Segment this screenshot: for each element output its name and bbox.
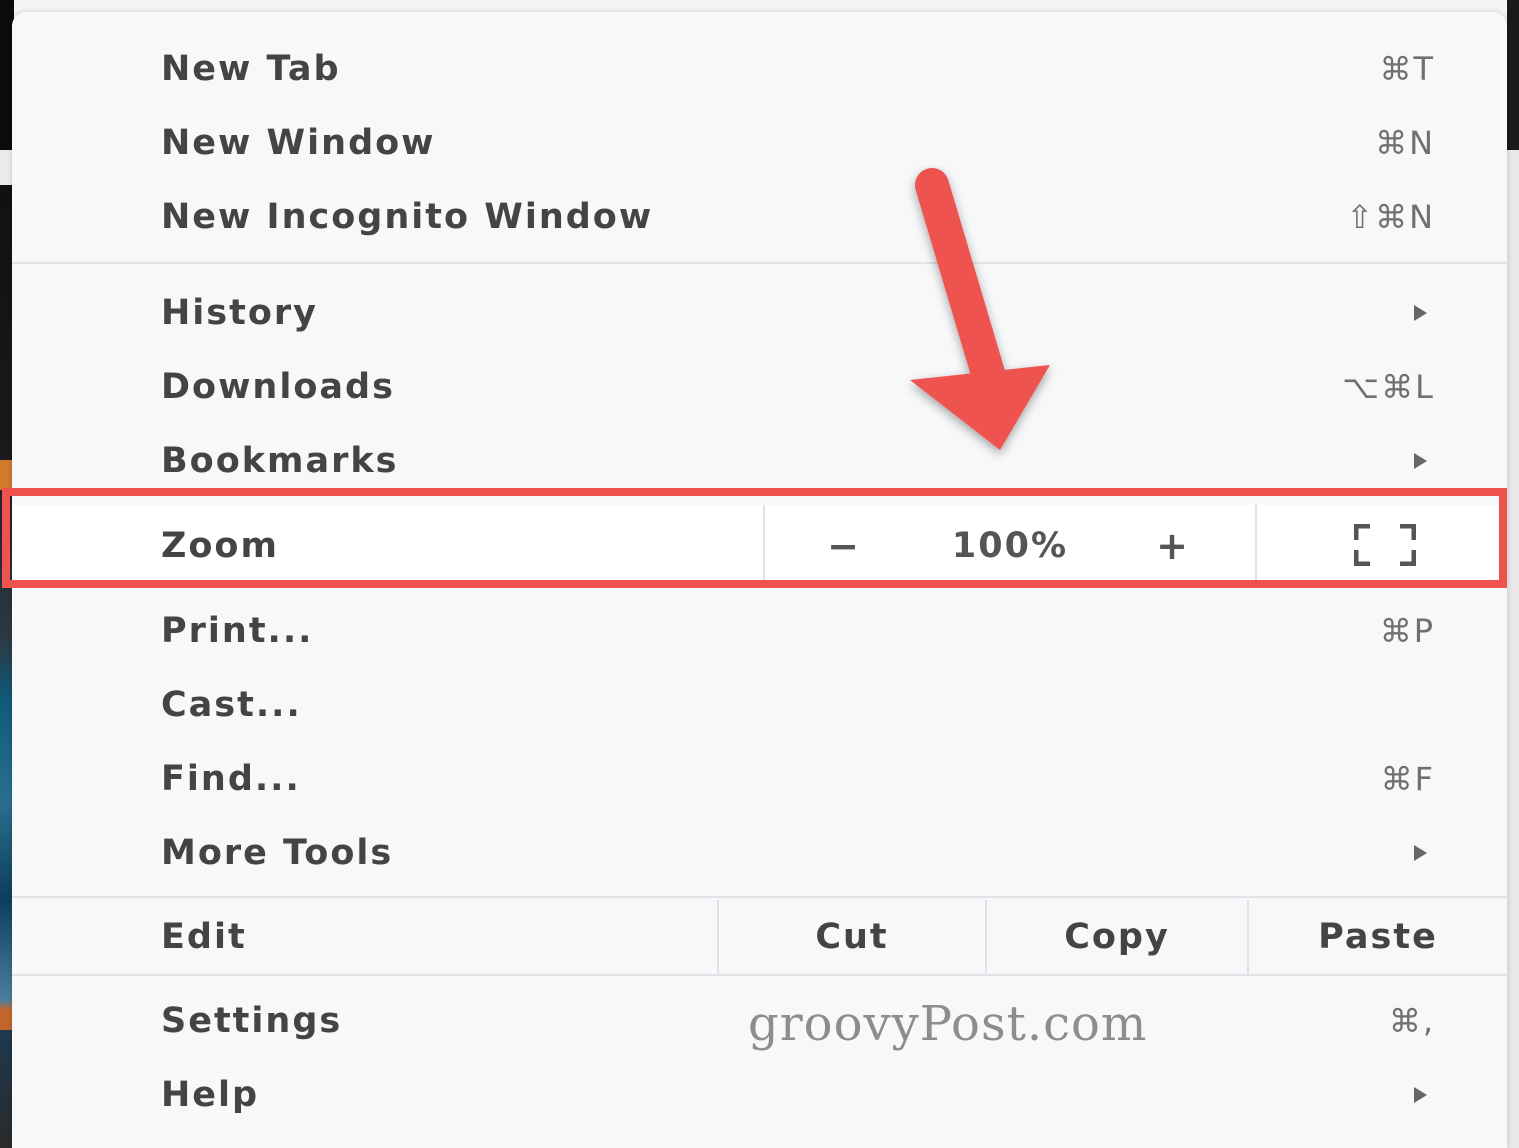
menu-item-new-window[interactable]: New Window ⌘N <box>12 106 1507 180</box>
menu-item-more-tools[interactable]: More Tools <box>12 816 1507 890</box>
zoom-row: Zoom − 100% + <box>12 505 1507 587</box>
menu-item-cast[interactable]: Cast... <box>12 668 1507 742</box>
menu-item-bookmarks[interactable]: Bookmarks <box>12 424 1507 498</box>
menu-item-shortcut: ⌘P <box>1379 612 1435 650</box>
chrome-menu: New Tab ⌘T New Window ⌘N New Incognito W… <box>12 12 1507 1148</box>
submenu-arrow-icon <box>1414 305 1427 321</box>
menu-item-downloads[interactable]: Downloads ⌥⌘L <box>12 350 1507 424</box>
menu-separator <box>12 262 1507 264</box>
menu-item-shortcut: ⌘N <box>1375 124 1435 162</box>
zoom-level-value: 100% <box>951 526 1069 566</box>
menu-separator <box>12 896 1507 898</box>
menu-item-new-tab[interactable]: New Tab ⌘T <box>12 32 1507 106</box>
copy-button-label: Copy <box>1064 917 1170 957</box>
menu-item-label: History <box>161 293 318 333</box>
zoom-in-button[interactable]: + <box>1156 524 1188 568</box>
menu-item-label: Cast... <box>161 685 302 725</box>
menu-item-label: Downloads <box>161 367 395 407</box>
menu-item-shortcut: ⌘, <box>1388 1002 1435 1040</box>
zoom-label: Zoom <box>161 526 279 566</box>
menu-item-label: Help <box>161 1075 260 1115</box>
menu-item-shortcut: ⌘F <box>1380 760 1435 798</box>
menu-item-label: New Window <box>161 123 436 163</box>
menu-item-label: Find... <box>161 759 301 799</box>
submenu-arrow-icon <box>1414 1087 1427 1103</box>
paste-button-label: Paste <box>1318 917 1438 957</box>
menu-item-label: Print... <box>161 611 314 651</box>
menu-separator <box>12 974 1507 976</box>
edit-row: Edit Cut Copy Paste <box>12 900 1507 974</box>
menu-item-label: Bookmarks <box>161 441 399 481</box>
menu-item-label: New Tab <box>161 49 341 89</box>
menu-item-shortcut: ⇧⌘N <box>1346 198 1435 236</box>
menu-item-label: New Incognito Window <box>161 197 654 237</box>
cut-button-label: Cut <box>815 917 889 957</box>
menu-item-new-incognito-window[interactable]: New Incognito Window ⇧⌘N <box>12 180 1507 254</box>
zoom-divider <box>763 505 765 587</box>
fullscreen-icon[interactable] <box>1354 524 1416 566</box>
menu-item-label: Settings <box>161 1001 343 1041</box>
submenu-arrow-icon <box>1414 453 1427 469</box>
menu-item-print[interactable]: Print... ⌘P <box>12 594 1507 668</box>
menu-item-history[interactable]: History <box>12 276 1507 350</box>
menu-item-find[interactable]: Find... ⌘F <box>12 742 1507 816</box>
cut-button[interactable]: Cut <box>717 900 985 974</box>
watermark: groovyPost.com <box>748 996 1148 1052</box>
copy-button[interactable]: Copy <box>985 900 1247 974</box>
zoom-divider <box>1255 505 1257 587</box>
menu-item-label: More Tools <box>161 833 394 873</box>
zoom-out-button[interactable]: − <box>827 524 859 568</box>
menu-item-help[interactable]: Help <box>12 1058 1507 1132</box>
menu-item-shortcut: ⌘T <box>1379 50 1435 88</box>
menu-item-shortcut: ⌥⌘L <box>1342 368 1435 406</box>
paste-button[interactable]: Paste <box>1247 900 1507 974</box>
background-right-edge <box>1507 0 1519 1148</box>
submenu-arrow-icon <box>1414 845 1427 861</box>
edit-label: Edit <box>161 917 247 957</box>
